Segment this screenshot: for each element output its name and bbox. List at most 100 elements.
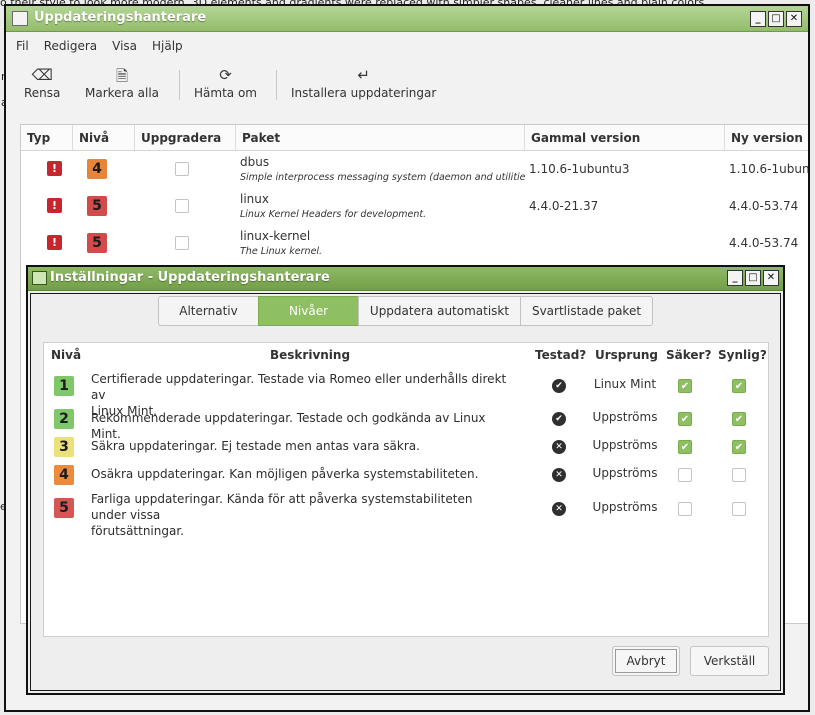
column-type[interactable]: Typ [21,125,73,150]
apply-button[interactable]: Verkställ [690,646,769,676]
select-all-label: Markera alla [85,86,160,100]
visible-checkbox[interactable]: ✔ [732,379,746,393]
column-level[interactable]: Nivå [73,125,135,150]
minimize-button[interactable]: _ [750,11,766,27]
column-package[interactable]: Paket [236,125,525,150]
level-badge: 2 [54,409,74,429]
dialog-minimize-button[interactable]: _ [727,270,743,286]
settings-tabs: Alternativ Nivåer Uppdatera automatiskt … [158,296,653,326]
close-button[interactable]: ✕ [786,11,802,27]
old-version: 1.10.6-1ubuntu3 [529,162,630,176]
package-name: linux-kernel [240,229,311,243]
menu-edit[interactable]: Redigera [44,39,97,53]
enter-arrow-icon: ↵ [357,66,370,84]
tested-check-icon: ✔ [552,379,566,393]
visible-checkbox[interactable] [732,502,746,516]
header-tested: Testad? [535,348,587,362]
header-origin: Ursprung [595,348,658,362]
menu-view[interactable]: Visa [112,39,137,53]
column-upgrade[interactable]: Uppgradera [135,125,236,150]
dialog-close-button[interactable]: ✕ [763,270,779,286]
level-description: Farliga uppdateringar. Kända för att påv… [91,491,511,539]
level-badge: 5 [54,498,74,518]
column-old-version[interactable]: Gammal version [525,125,725,150]
origin-label: Uppströms [592,410,658,424]
package-description: Simple interprocess messaging system (da… [240,172,525,183]
menu-help[interactable]: Hjälp [152,39,183,53]
visible-checkbox[interactable] [732,468,746,482]
table-row[interactable]: ! 5 linux-kernel The Linux kernel. 4.4.0… [21,225,808,262]
level-description: Säkra uppdateringar. Ej testade men anta… [91,439,420,453]
level-badge: 4 [87,159,107,179]
level-badge: 5 [87,233,107,253]
clear-button[interactable]: ⌫ Rensa [24,66,60,100]
package-name: linux [240,192,269,206]
refresh-label: Hämta om [194,86,257,100]
tab-options[interactable]: Alternativ [158,296,259,326]
level-row: 2 Rekommenderade uppdateringar. Testade … [44,405,768,441]
safe-checkbox[interactable]: ✔ [678,440,692,454]
security-warning-icon: ! [47,235,62,250]
window-app-icon [12,11,28,26]
dialog-title: Inställningar - Uppdateringshanterare [50,270,330,285]
column-new-version[interactable]: Ny version [725,125,808,150]
new-version: 1.10.6-1ubuntu3 [729,162,809,176]
window-titlebar[interactable]: Uppdateringshanterare _ □ ✕ [6,6,808,32]
level-row: 5 Farliga uppdateringar. Kända för att p… [44,489,768,538]
safe-checkbox[interactable]: ✔ [678,379,692,393]
menu-file[interactable]: Fil [16,39,29,53]
level-badge: 5 [87,196,107,216]
security-warning-icon: ! [47,198,62,213]
levels-panel: Nivå Beskrivning Testad? Ursprung Säker?… [43,342,769,637]
document-icon: 🗎 [115,67,129,85]
origin-label: Uppströms [592,466,658,480]
level-description-line: förutsättningar. [91,524,184,538]
visible-checkbox[interactable]: ✔ [732,412,746,426]
origin-label: Linux Mint [593,377,657,391]
tab-blacklisted-packages[interactable]: Svartlistade paket [520,296,653,326]
header-visible: Synlig? [718,348,767,362]
safe-checkbox[interactable] [678,468,692,482]
select-all-button[interactable]: 🗎 Markera alla [85,66,159,100]
level-description: Osäkra uppdateringar. Kan möjligen påver… [91,467,479,481]
settings-dialog: Inställningar - Uppdateringshanterare _ … [26,265,785,695]
not-tested-icon: ✕ [552,502,566,516]
package-description: Linux Kernel Headers for development. [240,209,427,220]
origin-label: Uppströms [592,438,658,452]
level-row: 3 Säkra uppdateringar. Ej testade men an… [44,433,768,461]
cancel-button[interactable]: Avbryt [612,646,680,676]
clear-label: Rensa [24,86,61,100]
install-updates-button[interactable]: ↵ Installera uppdateringar [291,66,436,100]
tab-levels[interactable]: Nivåer [258,296,359,326]
header-level: Nivå [51,348,82,362]
tab-auto-update[interactable]: Uppdatera automatiskt [358,296,521,326]
level-row: 4 Osäkra uppdateringar. Kan möjligen påv… [44,461,768,489]
toolbar-separator [276,70,277,100]
not-tested-icon: ✕ [552,440,566,454]
level-badge: 4 [54,465,74,485]
menubar: Fil Redigera Visa Hjälp [6,32,808,60]
visible-checkbox[interactable]: ✔ [732,440,746,454]
not-tested-icon: ✕ [552,468,566,482]
package-name: dbus [240,155,270,169]
safe-checkbox[interactable]: ✔ [678,412,692,426]
old-version: 4.4.0-21.37 [529,199,599,213]
toolbar-separator [179,70,180,100]
table-row[interactable]: ! 4 dbus Simple interprocess messaging s… [21,151,809,188]
dialog-maximize-button[interactable]: □ [745,270,761,286]
level-badge: 3 [54,437,74,457]
new-version: 4.4.0-53.74 [729,199,799,213]
upgrade-checkbox[interactable] [175,199,189,213]
package-description: The Linux kernel. [240,246,323,257]
level-row: 1 Certifierade uppdateringar. Testade vi… [44,369,768,418]
table-header: Typ Nivå Uppgradera Paket Gammal version… [21,125,808,151]
upgrade-checkbox[interactable] [175,236,189,250]
safe-checkbox[interactable] [678,502,692,516]
dialog-titlebar[interactable]: Inställningar - Uppdateringshanterare _ … [28,267,783,291]
level-badge: 1 [54,376,74,396]
upgrade-checkbox[interactable] [175,162,189,176]
table-row[interactable]: ! 5 linux Linux Kernel Headers for devel… [21,188,808,225]
refresh-button[interactable]: ⟳ Hämta om [194,66,257,100]
maximize-button[interactable]: □ [768,11,784,27]
header-description: Beskrivning [270,348,351,362]
